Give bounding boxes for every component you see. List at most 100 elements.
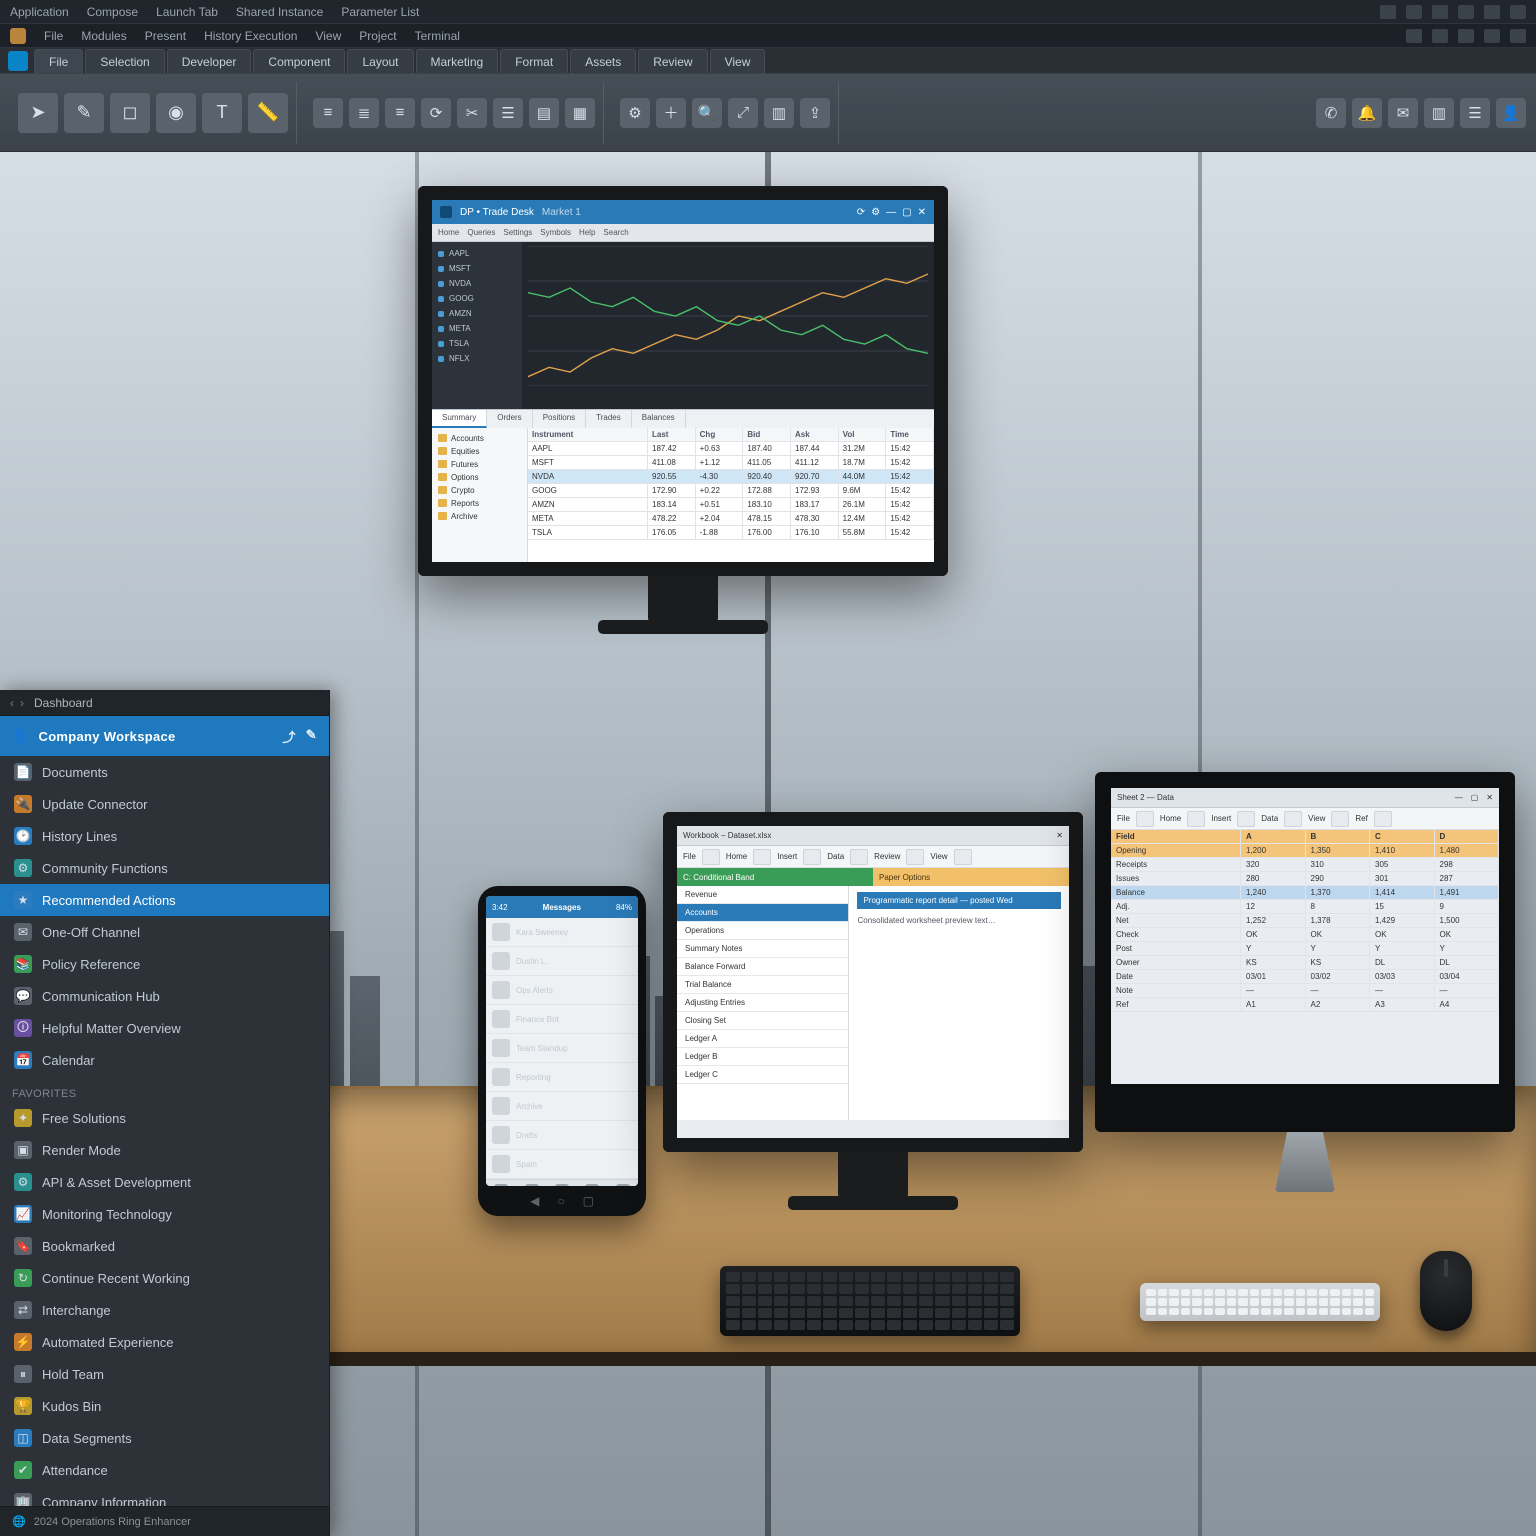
tab-component[interactable]: Component: [253, 49, 345, 73]
phone-list-item[interactable]: Ops Alerts: [486, 976, 638, 1005]
minimize-icon[interactable]: ―: [1455, 793, 1463, 802]
center-list-item[interactable]: Accounts: [677, 904, 848, 922]
tray-icon[interactable]: [1484, 5, 1500, 19]
edit-icon[interactable]: ✎: [306, 727, 317, 746]
top-nav-tree[interactable]: AccountsEquitiesFuturesOptionsCryptoRepo…: [432, 428, 528, 562]
close-icon[interactable]: ✕: [1056, 831, 1063, 840]
center-list-item[interactable]: Summary Notes: [677, 940, 848, 958]
price-chart[interactable]: [522, 242, 934, 409]
phone-nav-bar[interactable]: ◀ ○ ▢: [530, 1194, 594, 1208]
table-icon[interactable]: ▦: [565, 98, 595, 128]
menu-present[interactable]: Present: [145, 29, 186, 43]
menu-icon[interactable]: ☰: [1460, 98, 1490, 128]
nav-list[interactable]: 📄Documents🔌Update Connector🕑History Line…: [0, 756, 329, 1506]
nav-fwd-icon[interactable]: ›: [20, 696, 24, 710]
tree-node[interactable]: Options: [434, 471, 525, 484]
top-tool-item[interactable]: Settings: [503, 228, 532, 237]
search-icon[interactable]: 🔍: [692, 98, 722, 128]
zoom-icon[interactable]: ⤢: [728, 98, 758, 128]
tray-icon[interactable]: [1432, 29, 1448, 43]
phone-list-item[interactable]: Finance Bot: [486, 1005, 638, 1034]
grid-icon[interactable]: ▥: [764, 98, 794, 128]
phone-list-item[interactable]: Drafts: [486, 1121, 638, 1150]
nav-item[interactable]: 🕑History Lines: [0, 820, 329, 852]
tree-node[interactable]: Reports: [434, 497, 525, 510]
nav-item[interactable]: ✔Attendance: [0, 1454, 329, 1486]
tray-icon[interactable]: [1510, 5, 1526, 19]
text-icon[interactable]: T: [202, 93, 242, 133]
phone-dock-icon[interactable]: [525, 1184, 539, 1187]
top-tool-item[interactable]: Home: [438, 228, 459, 237]
minimize-icon[interactable]: ―: [886, 207, 896, 218]
grid-icon[interactable]: ▥: [1424, 98, 1454, 128]
nav-item[interactable]: ✦Free Solutions: [0, 1102, 329, 1134]
close-icon[interactable]: ✕: [1486, 793, 1493, 802]
menu-history[interactable]: History Execution: [204, 29, 297, 43]
menu-compose[interactable]: Compose: [87, 5, 138, 19]
pointer-icon[interactable]: ➤: [18, 93, 58, 133]
menu-terminal[interactable]: Terminal: [415, 29, 460, 43]
phone-dock-icon[interactable]: [616, 1184, 630, 1187]
share-icon[interactable]: ⤴: [282, 727, 295, 746]
top-data-grid[interactable]: InstrumentLastChgBidAskVolTimeAAPL187.42…: [528, 428, 934, 540]
nav-item[interactable]: 📄Documents: [0, 756, 329, 788]
top-window-titlebar[interactable]: DP • Trade Desk Market 1 ⟳ ⚙ ― ▢ ✕: [432, 200, 934, 224]
center-list-item[interactable]: Ledger A: [677, 1030, 848, 1048]
tab-marketing[interactable]: Marketing: [416, 49, 499, 73]
phone-list-item[interactable]: Archive: [486, 1092, 638, 1121]
close-icon[interactable]: ✕: [918, 207, 926, 218]
tree-node[interactable]: Crypto: [434, 484, 525, 497]
nav-item[interactable]: ⇄Interchange: [0, 1294, 329, 1326]
nav-back-icon[interactable]: ‹: [10, 696, 14, 710]
menu-app[interactable]: Application: [10, 5, 69, 19]
top-tool-item[interactable]: Symbols: [540, 228, 571, 237]
nav-item[interactable]: 🔖Bookmarked: [0, 1230, 329, 1262]
center-list-item[interactable]: Trial Balance: [677, 976, 848, 994]
menu-project[interactable]: Project: [359, 29, 396, 43]
center-list-item[interactable]: Balance Forward: [677, 958, 848, 976]
nav-item[interactable]: ⚡Automated Experience: [0, 1326, 329, 1358]
center-list[interactable]: RevenueAccountsOperationsSummary NotesBa…: [677, 886, 849, 1120]
watchlist-sidebar[interactable]: AAPLMSFTNVDAGOOGAMZNMETATSLANFLX: [432, 242, 522, 409]
maximize-icon[interactable]: ▢: [1471, 793, 1479, 802]
nav-item[interactable]: 🏆Kudos Bin: [0, 1390, 329, 1422]
bell-icon[interactable]: 🔔: [1352, 98, 1382, 128]
watchlist-item[interactable]: GOOG: [432, 291, 522, 306]
center-list-item[interactable]: Ledger B: [677, 1048, 848, 1066]
nav-item[interactable]: ↻Continue Recent Working: [0, 1262, 329, 1294]
right-tool-item[interactable]: View: [1308, 814, 1325, 823]
watchlist-item[interactable]: AAPL: [432, 246, 522, 261]
nav-item[interactable]: 📚Policy Reference: [0, 948, 329, 980]
tab-developer[interactable]: Developer: [167, 49, 252, 73]
sheet-tab[interactable]: Orders: [487, 410, 532, 428]
top-tool-item[interactable]: Search: [603, 228, 628, 237]
center-window-head[interactable]: Workbook – Dataset.xlsx ✕: [677, 826, 1069, 846]
phone-dock-icon[interactable]: [585, 1184, 599, 1187]
watchlist-item[interactable]: AMZN: [432, 306, 522, 321]
right-tool-item[interactable]: Insert: [1211, 814, 1231, 823]
nav-item[interactable]: ★Recommended Actions: [0, 884, 329, 916]
center-tool-item[interactable]: View: [930, 852, 947, 861]
center-tool-item[interactable]: Data: [827, 852, 844, 861]
nav-item[interactable]: 🔌Update Connector: [0, 788, 329, 820]
home-icon[interactable]: ○: [557, 1194, 564, 1208]
sheet-tab[interactable]: Balances: [632, 410, 686, 428]
tray-icon[interactable]: [1484, 29, 1500, 43]
ruler-icon[interactable]: 📏: [248, 93, 288, 133]
phone-dock-icon[interactable]: [494, 1184, 508, 1187]
tray-icon[interactable]: [1406, 5, 1422, 19]
center-list-item[interactable]: Operations: [677, 922, 848, 940]
watchlist-item[interactable]: TSLA: [432, 336, 522, 351]
menu-view[interactable]: View: [315, 29, 341, 43]
phone-list-item[interactable]: Dustin L.: [486, 947, 638, 976]
phone-dock[interactable]: [486, 1179, 638, 1186]
eyedrop-icon[interactable]: ◉: [156, 93, 196, 133]
crop-icon[interactable]: ✂: [457, 98, 487, 128]
tray-icon[interactable]: [1432, 5, 1448, 19]
center-list-item[interactable]: Closing Set: [677, 1012, 848, 1030]
tab-selection[interactable]: Selection: [85, 49, 164, 73]
tray-icon[interactable]: [1458, 5, 1474, 19]
avatar-icon[interactable]: 👤: [1496, 98, 1526, 128]
right-tool-item[interactable]: Home: [1160, 814, 1181, 823]
tab-assets[interactable]: Assets: [570, 49, 636, 73]
